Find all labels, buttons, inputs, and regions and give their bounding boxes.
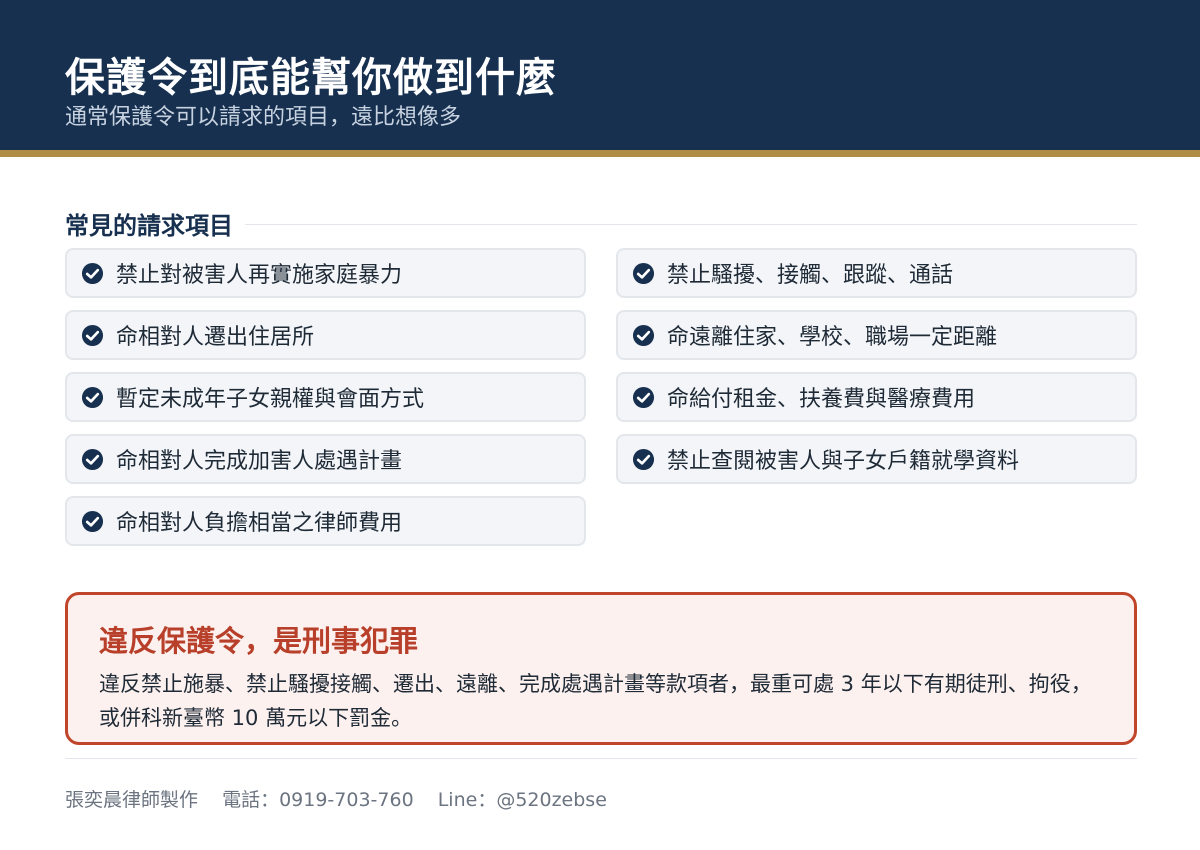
footer-line-id: Line：@520zebse (437, 789, 607, 811)
request-item: 命遠離住家、學校、職場一定距離 (616, 310, 1137, 360)
request-item: 命相對人完成加害人處遇計畫 (65, 434, 586, 484)
section-heading-divider (245, 223, 1137, 225)
warning-title: 違反保護令，是刑事犯罪 (99, 624, 419, 658)
request-item: 禁止查閱被害人與子女戶籍就學資料 (616, 434, 1137, 484)
page-subtitle: 通常保護令可以請求的項目，遠比想像多 (65, 105, 462, 130)
check-circle-icon (81, 448, 104, 471)
request-item-label: 命給付租金、扶養費與醫療費用 (667, 387, 976, 412)
request-item-label: 禁止騷擾、接觸、跟蹤、通話 (667, 263, 954, 288)
check-circle-icon (81, 510, 104, 533)
page-title: 保護令到底能幫你做到什麼 (65, 55, 557, 101)
request-item-label: 禁止查閱被害人與子女戶籍就學資料 (667, 449, 1020, 474)
check-circle-icon (632, 262, 655, 285)
check-circle-icon (632, 448, 655, 471)
request-item: 暫定未成年子女親權與會面方式 (65, 372, 586, 422)
request-item-label: 暫定未成年子女親權與會面方式 (116, 387, 425, 412)
header-banner: 保護令到底能幫你做到什麼 通常保護令可以請求的項目，遠比想像多 (0, 0, 1200, 150)
request-item-label: 命遠離住家、學校、職場一定距離 (667, 325, 998, 350)
warning-box: 違反保護令，是刑事犯罪 違反禁止施暴、禁止騷擾接觸、遷出、遠離、完成處遇計畫等款… (65, 592, 1137, 745)
section-heading: 常見的請求項目 (65, 205, 1137, 241)
header-accent-rule (0, 150, 1200, 157)
request-item: 禁止對被害人再實施家庭暴力 (65, 248, 586, 298)
request-item-label: 命相對人完成加害人處遇計畫 (116, 449, 403, 474)
footer: 張奕晨律師製作 電話：0919-703-760 Line：@520zebse (65, 785, 625, 815)
check-circle-icon (632, 386, 655, 409)
warning-body: 違反禁止施暴、禁止騷擾接觸、遷出、遠離、完成處遇計畫等款項者，最重可處 3 年以… (99, 672, 1092, 730)
check-circle-icon (632, 324, 655, 347)
request-item-label: 禁止對被害人再實施家庭暴力 (116, 263, 403, 288)
request-item: 禁止騷擾、接觸、跟蹤、通話 (616, 248, 1137, 298)
footer-divider (65, 758, 1137, 759)
check-circle-icon (81, 262, 104, 285)
request-item: 命給付租金、扶養費與醫療費用 (616, 372, 1137, 422)
request-item-label: 命相對人負擔相當之律師費用 (116, 511, 403, 536)
section-heading-label: 常見的請求項目 (65, 211, 233, 240)
check-circle-icon (81, 324, 104, 347)
footer-phone: 電話：0919-703-760 (222, 789, 414, 811)
request-item-label: 命相對人遷出住居所 (116, 325, 315, 350)
request-item: 命相對人遷出住居所 (65, 310, 586, 360)
footer-author: 張奕晨律師製作 (65, 789, 199, 811)
request-item: 命相對人負擔相當之律師費用 (65, 496, 586, 546)
check-circle-icon (81, 386, 104, 409)
